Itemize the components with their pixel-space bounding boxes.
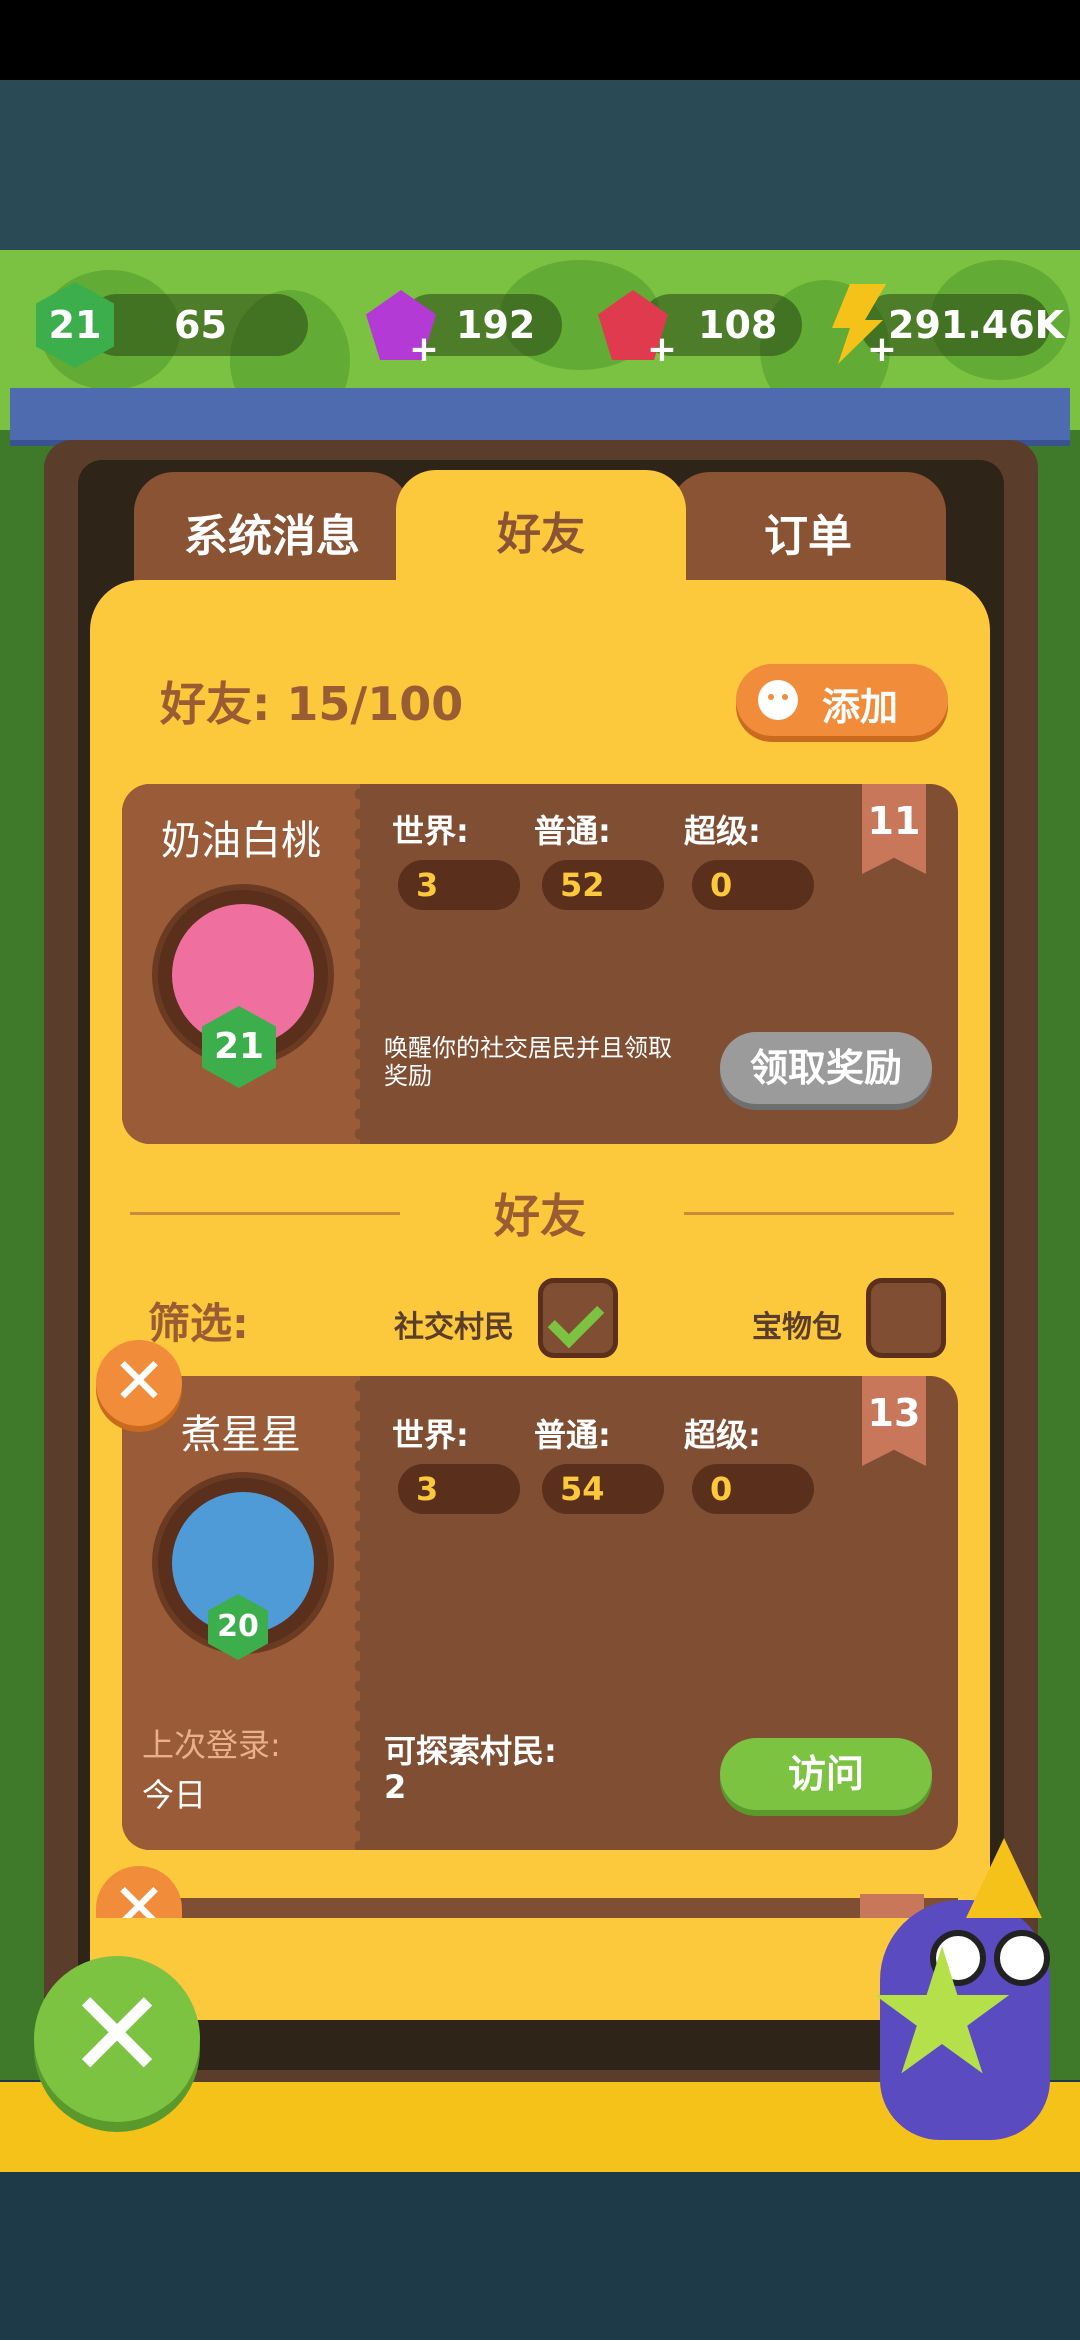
bottom-background [0, 2172, 1080, 2340]
purple-gem-plus-icon[interactable]: + [408, 332, 440, 368]
energy-value: 291.46K [888, 303, 1065, 347]
wake-message: 唤醒你的社交居民并且领取奖励 [384, 1034, 672, 1090]
explorable-label: 可探索村民: [384, 1732, 557, 1770]
world-label: 世界: [392, 1416, 469, 1454]
checkmark-icon [547, 1291, 605, 1349]
next-friend-card [122, 1898, 958, 1918]
filter-social-checkbox[interactable] [538, 1278, 618, 1358]
rank-ribbon: 13 [862, 1376, 926, 1466]
filter-treasure-checkbox[interactable] [866, 1278, 946, 1358]
last-login-value: 今日 [142, 1776, 207, 1814]
skull-icon [758, 680, 798, 720]
xp-value: 65 [174, 303, 227, 347]
next-remove-button[interactable]: ✕ [96, 1866, 182, 1918]
visit-button[interactable]: 访问 [720, 1738, 932, 1810]
normal-count: 52 [542, 860, 664, 910]
add-friend-button[interactable]: 添加 [736, 664, 948, 736]
divider-left [130, 1212, 400, 1215]
super-label: 超级: [684, 1416, 761, 1454]
divider-right [684, 1212, 954, 1215]
purple-gem-value: 192 [456, 303, 536, 347]
tab-friends[interactable]: 好友 [396, 470, 686, 610]
red-gem-plus-icon[interactable]: + [646, 332, 678, 368]
top-background [0, 80, 1080, 250]
party-hat-icon [966, 1838, 1042, 1918]
self-level: 21 [213, 1026, 265, 1067]
last-login-label: 上次登录: [142, 1726, 281, 1764]
friend-rank: 13 [867, 1391, 921, 1435]
super-label: 超级: [684, 812, 761, 850]
world-count: 3 [398, 1464, 520, 1514]
mascot-eye [994, 1930, 1050, 1986]
status-bar [0, 0, 1080, 80]
normal-count: 54 [542, 1464, 664, 1514]
red-gem-value: 108 [698, 303, 778, 347]
close-icon: ✕ [112, 1871, 166, 1918]
friend-level: 20 [217, 1609, 259, 1644]
visit-label: 访问 [787, 1752, 864, 1796]
tab-friends-label: 好友 [497, 509, 585, 560]
super-count: 0 [692, 1464, 814, 1514]
board-beam [10, 388, 1070, 446]
claim-reward-button[interactable]: 领取奖励 [720, 1032, 932, 1104]
close-panel-button[interactable]: ✕ [34, 1956, 200, 2122]
super-count: 0 [692, 860, 814, 910]
filter-treasure-label: 宝物包 [752, 1310, 842, 1345]
explorable-value: 2 [384, 1768, 407, 1806]
remove-friend-button[interactable]: ✕ [96, 1340, 182, 1426]
self-rank: 11 [867, 799, 921, 843]
tab-orders-label: 订单 [764, 511, 852, 562]
level-value: 21 [48, 303, 102, 347]
friend-card: 煮星星 20 世界: 普通: 超级: 3 54 0 13 上次登录: 今日 可探… [122, 1376, 958, 1850]
world-count: 3 [398, 860, 520, 910]
tab-system-messages-label: 系统消息 [184, 511, 360, 562]
rank-ribbon: 11 [862, 784, 926, 874]
self-name: 奶油白桃 [161, 818, 321, 864]
filter-social-label: 社交村民 [394, 1310, 514, 1345]
add-friend-label: 添加 [822, 685, 899, 729]
close-icon: ✕ [66, 1966, 168, 2105]
world-label: 世界: [392, 812, 469, 850]
friends-section-title: 好友 [494, 1189, 586, 1243]
normal-label: 普通: [534, 812, 611, 850]
normal-label: 普通: [534, 1416, 611, 1454]
close-icon: ✕ [112, 1345, 166, 1419]
claim-reward-label: 领取奖励 [749, 1046, 902, 1090]
friends-count: 好友: 15/100 [160, 677, 464, 731]
self-card: 奶油白桃 21 世界: 普通: 超级: 3 52 0 11 唤醒你的社交居民并且… [122, 784, 958, 1144]
